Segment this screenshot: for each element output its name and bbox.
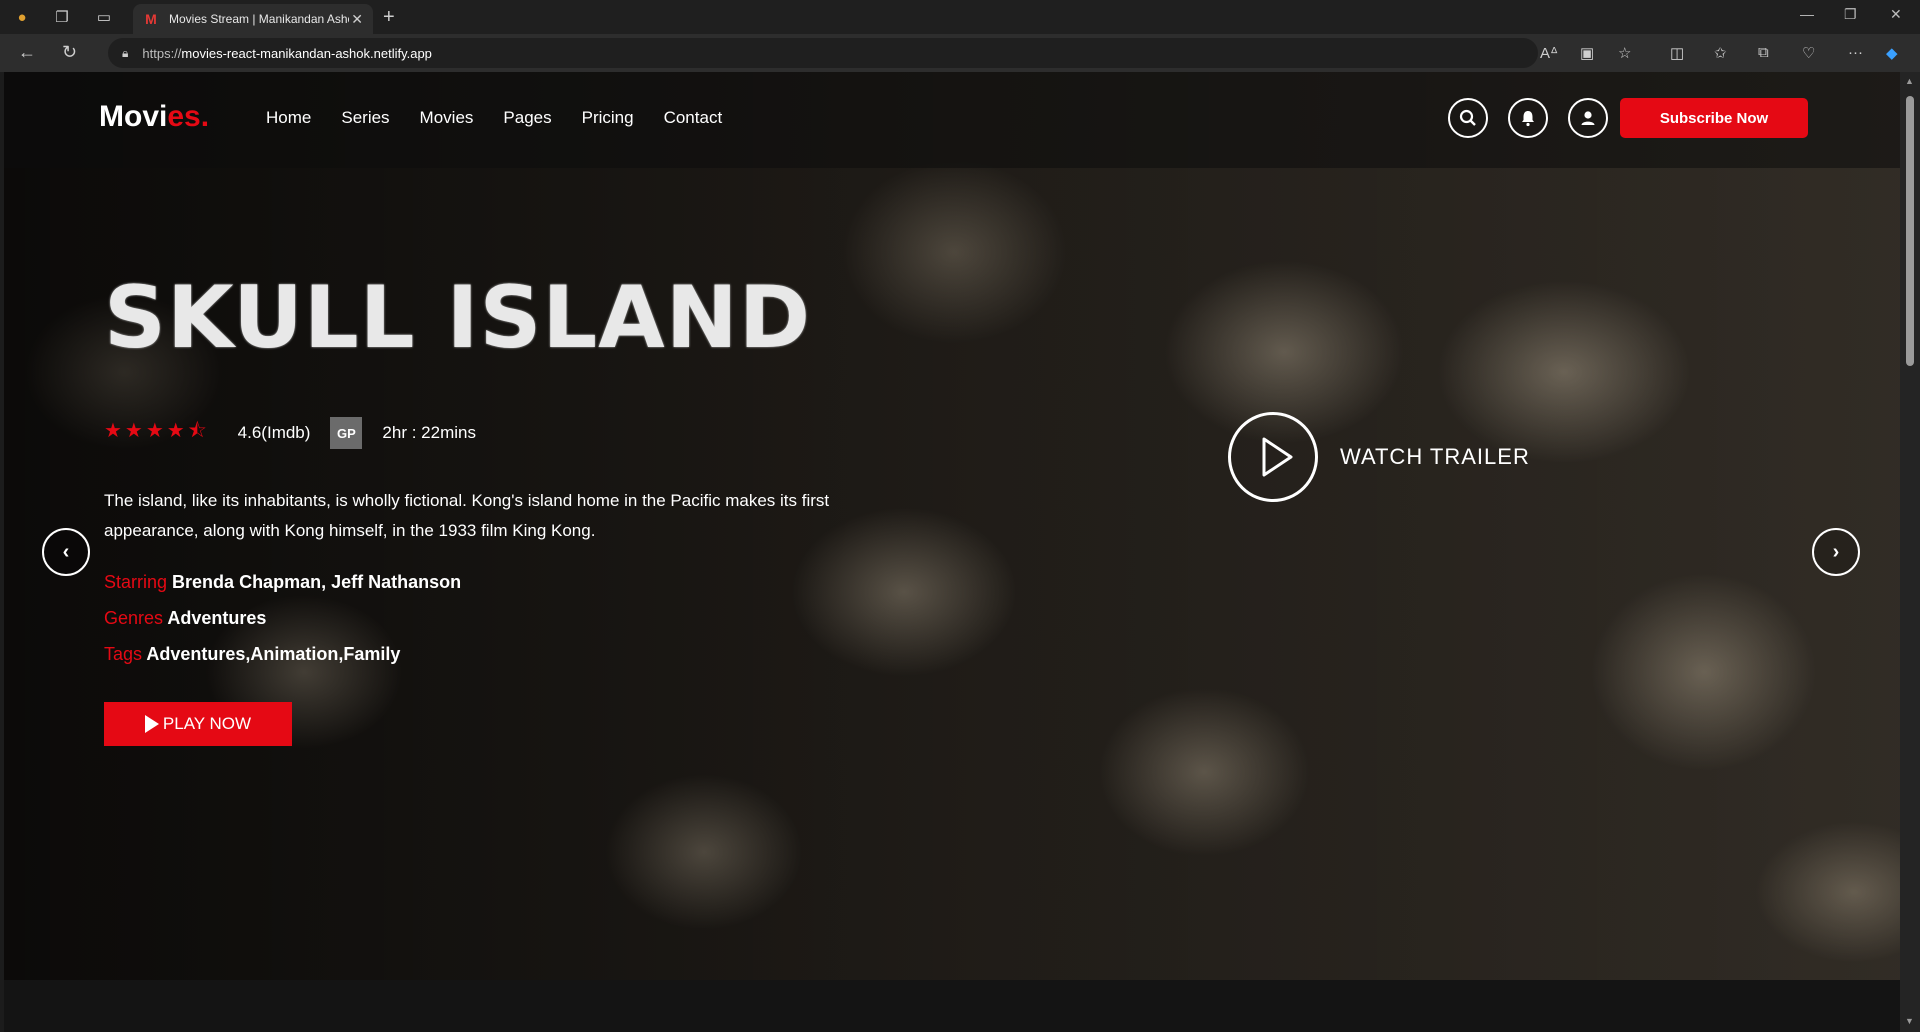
- watch-trailer-button[interactable]: [1228, 412, 1318, 502]
- movie-duration: 2hr : 22mins: [382, 423, 476, 442]
- next-slide-button[interactable]: ›: [1812, 528, 1860, 576]
- profile-icon[interactable]: ●: [8, 3, 36, 31]
- refresh-icon[interactable]: ↻: [62, 42, 77, 63]
- imdb-rating: 4.6(Imdb): [237, 423, 311, 442]
- movie-title: SKULL ISLAND: [104, 268, 812, 368]
- restore-icon[interactable]: ❐: [1844, 6, 1857, 23]
- favorites-icon[interactable]: ✩: [1714, 44, 1727, 62]
- movie-meta: ★★★★⯪ 4.6(Imdb) GP 2hr : 22mins: [104, 416, 476, 450]
- url-text: https://movies-react-manikandan-ashok.ne…: [142, 45, 432, 61]
- watch-trailer-label[interactable]: WATCH TRAILER: [1340, 444, 1530, 470]
- lock-icon: 🔒︎: [122, 45, 129, 60]
- read-aloud-icon[interactable]: Aᐞ: [1540, 44, 1558, 62]
- browser-toolbar: ← ↻ 🔒︎ https://movies-react-manikandan-a…: [0, 34, 1920, 72]
- back-icon[interactable]: ←: [18, 42, 36, 63]
- scroll-down-icon[interactable]: ▼: [1905, 1016, 1914, 1026]
- play-now-button[interactable]: PLAY NOW: [104, 702, 292, 746]
- tags-row: Tags Adventures,Animation,Family: [104, 644, 401, 664]
- tab-close-icon[interactable]: ✕: [351, 11, 363, 28]
- vertical-tabs-icon[interactable]: ▭: [90, 3, 118, 31]
- favorite-star-icon[interactable]: ☆: [1618, 44, 1631, 62]
- immersive-reader-icon[interactable]: ▣: [1580, 44, 1594, 62]
- minimize-icon[interactable]: —: [1800, 6, 1814, 22]
- chevron-left-icon: ‹: [62, 540, 70, 563]
- workspaces-icon[interactable]: ❐: [48, 3, 76, 31]
- copilot-icon[interactable]: ◆: [1886, 44, 1898, 62]
- starring-row: Starring Brenda Chapman, Jeff Nathanson: [104, 572, 462, 592]
- prev-slide-button[interactable]: ‹: [42, 528, 90, 576]
- gmail-favicon-icon: M: [145, 11, 157, 27]
- rating-stars-icon: ★★★★⯪: [104, 420, 210, 442]
- hero-content: SKULL ISLAND ★★★★⯪ 4.6(Imdb) GP 2hr : 22…: [4, 72, 1900, 980]
- page-scrollbar[interactable]: ▲ ▼: [1900, 72, 1920, 1032]
- collections-icon[interactable]: ⧉: [1758, 44, 1769, 61]
- browser-tab[interactable]: M Movies Stream | Manikandan Ashok ✕: [133, 4, 373, 34]
- browser-tab-bar: ● ❐ ▭ M Movies Stream | Manikandan Ashok…: [0, 0, 1920, 34]
- split-screen-icon[interactable]: ◫: [1670, 44, 1684, 62]
- age-rating-badge: GP: [330, 417, 363, 449]
- tab-title: Movies Stream | Manikandan Ashok: [169, 12, 349, 26]
- web-page: Movies. Home Series Movies Pages Pricing…: [4, 72, 1900, 1032]
- movie-description: The island, like its inhabitants, is who…: [104, 491, 830, 540]
- new-tab-icon[interactable]: +: [383, 6, 395, 29]
- scroll-up-icon[interactable]: ▲: [1905, 76, 1914, 86]
- window-close-icon[interactable]: ✕: [1890, 6, 1902, 23]
- play-circle-icon: [1262, 437, 1293, 477]
- more-options-icon[interactable]: ···: [1848, 44, 1863, 61]
- chevron-right-icon: ›: [1832, 540, 1840, 563]
- scrollbar-thumb[interactable]: [1906, 96, 1914, 366]
- genres-row: Genres Adventures: [104, 608, 267, 628]
- play-icon: [144, 715, 159, 733]
- browser-essentials-icon[interactable]: ♡: [1802, 44, 1815, 62]
- address-bar[interactable]: 🔒︎ https://movies-react-manikandan-ashok…: [108, 38, 1538, 68]
